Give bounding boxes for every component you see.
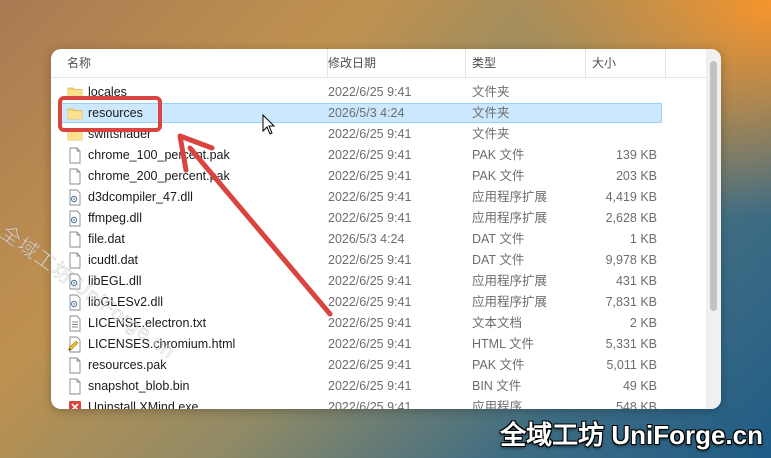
file-icon bbox=[67, 357, 83, 374]
column-header-type-label: 类型 bbox=[472, 56, 497, 70]
file-size: 2,628 KB bbox=[605, 211, 657, 225]
file-row-libegl-dll[interactable]: libEGL.dll 2022/6/25 9:41 应用程序扩展 431 KB bbox=[51, 271, 706, 292]
file-size: 431 KB bbox=[615, 274, 657, 288]
file-row-resources-pak[interactable]: resources.pak 2022/6/25 9:41 PAK 文件 5,011 K… bbox=[51, 355, 706, 376]
file-modified-date: 2022/6/25 9:41 bbox=[328, 400, 412, 409]
highlight-box bbox=[58, 96, 162, 132]
file-size: 7,831 KB bbox=[605, 295, 657, 309]
file-modified-date: 2022/6/25 9:41 bbox=[328, 85, 412, 99]
file-size: 548 KB bbox=[615, 400, 657, 409]
file-modified-date: 2022/6/25 9:41 bbox=[328, 295, 412, 309]
file-type: PAK 文件 bbox=[472, 169, 525, 183]
column-header-type[interactable]: 类型 bbox=[466, 49, 586, 77]
file-type: HTML 文件 bbox=[472, 337, 535, 351]
file-modified-date: 2022/6/25 9:41 bbox=[328, 253, 412, 267]
file-row-chrome-200-percent-pak[interactable]: chrome_200_percent.pak 2022/6/25 9:41 PAK … bbox=[51, 166, 706, 187]
file-type: 应用程序扩展 bbox=[472, 190, 548, 204]
file-modified-date: 2022/6/25 9:41 bbox=[328, 316, 412, 330]
file-modified-date: 2026/5/3 4:24 bbox=[328, 106, 405, 120]
column-header-bar: ^ 名称 修改日期 类型 大小 bbox=[51, 49, 721, 78]
file-type: 文件夹 bbox=[472, 106, 510, 120]
file-modified-date: 2022/6/25 9:41 bbox=[328, 274, 412, 288]
column-header-name-label: 名称 bbox=[67, 56, 92, 70]
column-header-date[interactable]: 修改日期 bbox=[322, 49, 466, 77]
file-name: d3dcompiler_47.dll bbox=[88, 190, 193, 204]
file-modified-date: 2026/5/3 4:24 bbox=[328, 232, 405, 246]
file-type: DAT 文件 bbox=[472, 253, 525, 267]
file-name: chrome_100_percent.pak bbox=[88, 148, 230, 162]
file-type: PAK 文件 bbox=[472, 148, 525, 162]
mouse-cursor-icon bbox=[262, 114, 276, 135]
file-icon bbox=[67, 147, 83, 164]
file-modified-date: 2022/6/25 9:41 bbox=[328, 169, 412, 183]
file-type: 文件夹 bbox=[472, 85, 510, 99]
file-size: 5,011 KB bbox=[606, 358, 657, 372]
file-size bbox=[591, 124, 657, 145]
file-modified-date: 2022/6/25 9:41 bbox=[328, 379, 412, 393]
file-modified-date: 2022/6/25 9:41 bbox=[328, 358, 412, 372]
file-name: ffmpeg.dll bbox=[88, 211, 142, 225]
uninstaller-icon bbox=[67, 399, 83, 409]
html-file-icon bbox=[67, 336, 83, 353]
file-name: file.dat bbox=[88, 232, 125, 246]
file-type: 文本文档 bbox=[472, 316, 523, 330]
file-name: Uninstall XMind.exe bbox=[88, 400, 199, 409]
file-name: chrome_200_percent.pak bbox=[88, 169, 230, 183]
file-row-chrome-100-percent-pak[interactable]: chrome_100_percent.pak 2022/6/25 9:41 PAK … bbox=[51, 145, 706, 166]
file-row-file-dat[interactable]: file.dat 2026/5/3 4:24 DAT 文件 1 KB bbox=[51, 229, 706, 250]
file-modified-date: 2022/6/25 9:41 bbox=[328, 148, 412, 162]
file-type: BIN 文件 bbox=[472, 379, 522, 393]
file-modified-date: 2022/6/25 9:41 bbox=[328, 127, 412, 141]
file-size: 1 KB bbox=[629, 232, 657, 246]
vertical-scrollbar[interactable] bbox=[706, 49, 721, 409]
column-header-date-label: 修改日期 bbox=[328, 56, 377, 70]
file-row-ffmpeg-dll[interactable]: ffmpeg.dll 2022/6/25 9:41 应用程序扩展 2,628 KB bbox=[51, 208, 706, 229]
column-header-name[interactable]: 名称 bbox=[61, 49, 328, 77]
file-size: 4,419 KB bbox=[605, 190, 657, 204]
file-size bbox=[591, 103, 657, 124]
file-row-d3dcompiler-47-dll[interactable]: d3dcompiler_47.dll 2022/6/25 9:41 应用程序扩展 4,… bbox=[51, 187, 706, 208]
file-modified-date: 2022/6/25 9:41 bbox=[328, 211, 412, 225]
file-type: 应用程序 bbox=[472, 400, 523, 409]
dll-icon bbox=[67, 210, 83, 227]
file-name: snapshot_blob.bin bbox=[88, 379, 190, 393]
brand-watermark: 全域工坊 UniForge.cn bbox=[500, 420, 763, 450]
file-size: 49 KB bbox=[622, 379, 657, 393]
column-header-size-label: 大小 bbox=[592, 56, 617, 70]
dll-icon bbox=[67, 189, 83, 206]
file-row-snapshot-blob-bin[interactable]: snapshot_blob.bin 2022/6/25 9:41 BIN 文件 49 … bbox=[51, 376, 706, 397]
text-file-icon bbox=[67, 315, 83, 332]
file-size: 203 KB bbox=[615, 169, 657, 183]
file-type: PAK 文件 bbox=[472, 358, 525, 372]
file-type: 文件夹 bbox=[472, 127, 510, 141]
file-size bbox=[591, 82, 657, 103]
file-icon bbox=[67, 168, 83, 185]
file-type: DAT 文件 bbox=[472, 232, 525, 246]
file-type: 应用程序扩展 bbox=[472, 211, 548, 225]
file-icon bbox=[67, 378, 83, 395]
file-modified-date: 2022/6/25 9:41 bbox=[328, 190, 412, 204]
file-size: 2 KB bbox=[629, 316, 657, 330]
file-row-libglesv2-dll[interactable]: libGLESv2.dll 2022/6/25 9:41 应用程序扩展 7,831 K… bbox=[51, 292, 706, 313]
file-name: icudtl.dat bbox=[88, 253, 139, 267]
file-row-uninstall-xmind-exe[interactable]: Uninstall XMind.exe 2022/6/25 9:41 应用程序 548… bbox=[51, 397, 706, 409]
scrollbar-thumb[interactable] bbox=[710, 61, 717, 311]
file-name: resources.pak bbox=[88, 358, 167, 372]
file-size: 9,978 KB bbox=[605, 253, 657, 267]
file-row-icudtl-dat[interactable]: icudtl.dat 2022/6/25 9:41 DAT 文件 9,978 KB bbox=[51, 250, 706, 271]
column-header-size[interactable]: 大小 bbox=[586, 49, 666, 77]
file-type: 应用程序扩展 bbox=[472, 295, 548, 309]
file-modified-date: 2022/6/25 9:41 bbox=[328, 337, 412, 351]
file-size: 5,331 KB bbox=[605, 337, 657, 351]
file-size: 139 KB bbox=[615, 148, 657, 162]
file-icon bbox=[67, 231, 83, 248]
file-type: 应用程序扩展 bbox=[472, 274, 548, 288]
